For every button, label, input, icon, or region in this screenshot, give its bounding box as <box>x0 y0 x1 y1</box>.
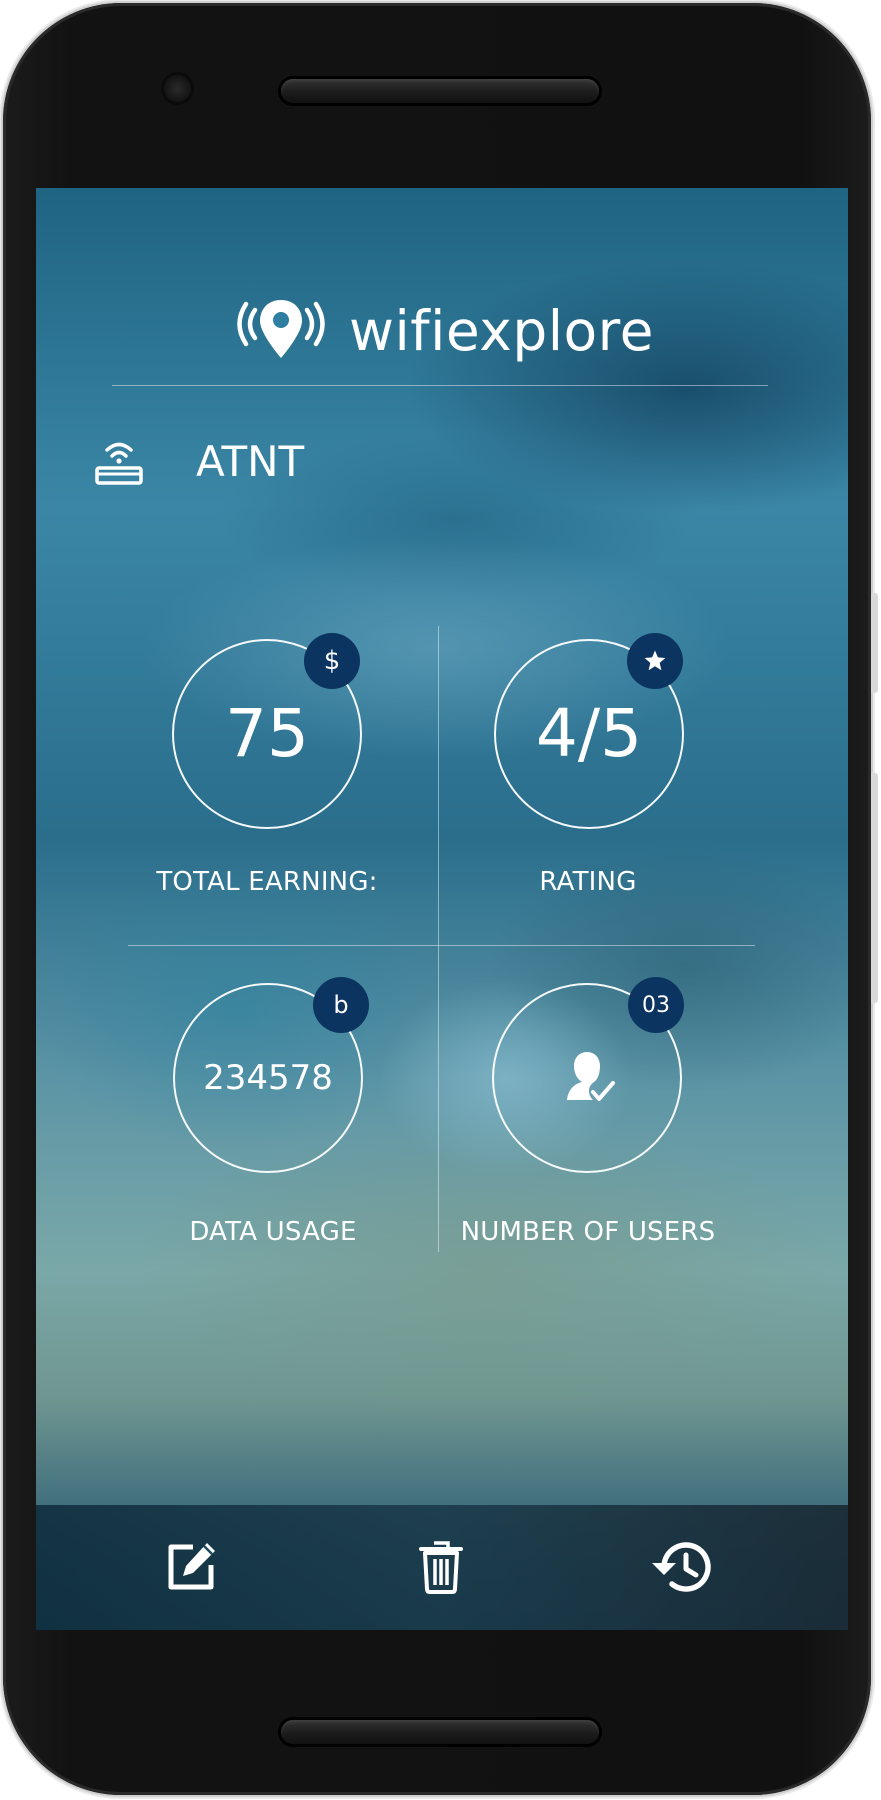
volume-button <box>871 773 878 1003</box>
edit-icon <box>168 1543 215 1590</box>
star-icon <box>644 650 666 671</box>
power-button <box>871 593 878 693</box>
user-check-icon <box>567 1052 615 1101</box>
total-earning-label: TOTAL EARNING: <box>156 867 378 897</box>
history-icon <box>652 1542 711 1592</box>
grid-divider-vertical <box>438 626 439 1252</box>
router-icon <box>95 442 143 485</box>
brand-name: wifiexplore <box>349 299 654 363</box>
edit-button[interactable] <box>159 1535 223 1599</box>
currency-badge: $ <box>304 633 360 689</box>
history-button[interactable] <box>644 1535 720 1599</box>
app-header: wifiexplore <box>36 296 848 376</box>
top-speaker <box>281 79 599 103</box>
header-divider <box>112 385 768 386</box>
trash-icon <box>419 1541 463 1594</box>
wifi-location-icon <box>237 300 325 358</box>
number-of-users-label: NUMBER OF USERS <box>460 1217 716 1247</box>
rating-label: RATING <box>539 867 637 897</box>
bytes-badge: b <box>313 977 369 1033</box>
data-usage-label: DATA USAGE <box>189 1217 357 1247</box>
phone-frame: wifiexplore ATNT 75 $ TOTAL EARNING: 4/5… <box>3 3 878 1795</box>
network-name: ATNT <box>196 437 305 486</box>
grid-divider-horizontal <box>128 945 755 946</box>
delete-button[interactable] <box>409 1535 473 1599</box>
rating-badge <box>627 633 683 689</box>
app-screen: wifiexplore ATNT 75 $ TOTAL EARNING: 4/5… <box>36 188 848 1630</box>
bottom-toolbar <box>36 1505 848 1630</box>
front-camera <box>164 75 191 102</box>
bottom-speaker <box>281 1720 599 1744</box>
users-count-badge: 03 <box>628 977 684 1033</box>
